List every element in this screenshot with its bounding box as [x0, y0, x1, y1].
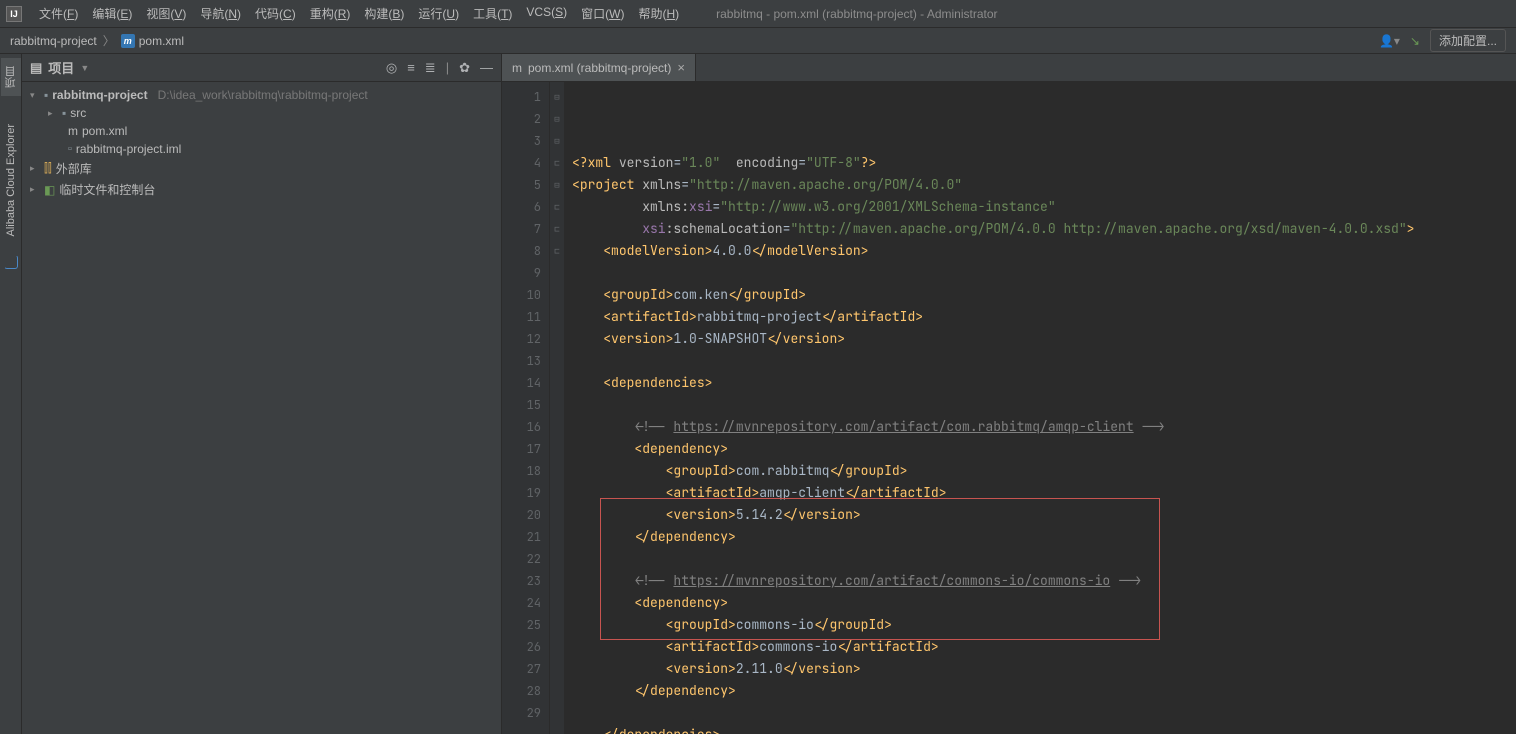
close-icon[interactable]: ×: [677, 60, 685, 75]
tree-scratch-label: 临时文件和控制台: [59, 181, 155, 198]
folder-icon: ▪: [62, 106, 66, 120]
folder-icon: ▪: [44, 88, 48, 102]
project-tool-icon: ▤: [30, 60, 42, 76]
expand-icon[interactable]: ≡: [407, 60, 415, 76]
breadcrumb-bar: rabbitmq-project 〉 m pom.xml 👤▾ ↘ 添加配置..…: [0, 28, 1516, 54]
menu-item[interactable]: 视图(V): [139, 5, 193, 22]
code-editor[interactable]: 1234567891011121314151617181920212223242…: [502, 82, 1516, 734]
tree-scratch[interactable]: ▸ ◧ 临时文件和控制台: [22, 179, 501, 200]
ide-logo-icon: IJ: [6, 6, 22, 22]
maven-file-icon: m: [121, 34, 135, 48]
tree-iml-label: rabbitmq-project.iml: [76, 142, 181, 156]
add-configuration-button[interactable]: 添加配置...: [1430, 29, 1506, 52]
menu-item[interactable]: 编辑(E): [85, 5, 139, 22]
left-toolbar: 项目 Alibaba Cloud Explorer: [0, 54, 22, 734]
breadcrumb-file-label: pom.xml: [139, 34, 184, 48]
tree-external-libs[interactable]: ▸ ⫿⫿ 外部库: [22, 158, 501, 179]
maven-file-icon: m: [512, 61, 522, 75]
tree-iml[interactable]: ▫ rabbitmq-project.iml: [22, 140, 501, 158]
project-tree[interactable]: ▾ ▪ rabbitmq-project D:\idea_work\rabbit…: [22, 82, 501, 204]
project-sidebar: ▤ 项目 ▼ ◎ ≡ ≣ | ✿ — ▾ ▪ rabbitmq-project …: [22, 54, 502, 734]
line-gutter: 1234567891011121314151617181920212223242…: [502, 82, 550, 734]
locate-icon[interactable]: ◎: [386, 60, 397, 76]
hide-icon[interactable]: —: [480, 60, 493, 76]
menu-items: 文件(F)编辑(E)视图(V)导航(N)代码(C)重构(R)构建(B)运行(U)…: [32, 5, 686, 22]
tree-root-label: rabbitmq-project: [52, 88, 147, 102]
settings-icon[interactable]: ✿: [459, 60, 470, 76]
menubar: IJ 文件(F)编辑(E)视图(V)导航(N)代码(C)重构(R)构建(B)运行…: [0, 0, 1516, 28]
menu-item[interactable]: 工具(T): [466, 5, 519, 22]
user-icon[interactable]: 👤▾: [1379, 34, 1400, 48]
code-content[interactable]: <?xml version="1.0" encoding="UTF-8"?><p…: [564, 82, 1516, 734]
file-icon: ▫: [68, 143, 72, 155]
window-title: rabbitmq - pom.xml (rabbitmq-project) - …: [686, 7, 1510, 21]
project-tool-title: 项目: [48, 58, 74, 77]
breadcrumb-project[interactable]: rabbitmq-project: [10, 34, 97, 48]
tree-root[interactable]: ▾ ▪ rabbitmq-project D:\idea_work\rabbit…: [22, 86, 501, 104]
menu-item[interactable]: VCS(S): [519, 5, 574, 22]
scratch-icon: ◧: [44, 183, 55, 197]
breadcrumb-file[interactable]: m pom.xml: [121, 34, 184, 48]
maven-file-icon: m: [68, 124, 78, 138]
alibaba-cloud-icon[interactable]: [4, 255, 18, 269]
editor-tabs: m pom.xml (rabbitmq-project) ×: [502, 54, 1516, 82]
tree-root-path: D:\idea_work\rabbitmq\rabbitmq-project: [158, 88, 368, 102]
menu-item[interactable]: 帮助(H): [631, 5, 686, 22]
editor-tab-label: pom.xml (rabbitmq-project): [528, 61, 671, 75]
menu-item[interactable]: 重构(R): [303, 5, 358, 22]
chevron-right-icon: 〉: [103, 32, 115, 49]
run-icon[interactable]: ↘: [1410, 34, 1420, 48]
menu-item[interactable]: 文件(F): [32, 5, 85, 22]
editor-tab-pom[interactable]: m pom.xml (rabbitmq-project) ×: [502, 54, 696, 81]
menu-item[interactable]: 运行(U): [411, 5, 466, 22]
menu-item[interactable]: 构建(B): [357, 5, 411, 22]
tree-src[interactable]: ▸ ▪ src: [22, 104, 501, 122]
tree-pom-label: pom.xml: [82, 124, 127, 138]
menu-item[interactable]: 代码(C): [248, 5, 303, 22]
fold-gutter: ⊟⊟⊟⊏⊟⊏⊏⊏: [550, 82, 564, 734]
menu-item[interactable]: 导航(N): [193, 5, 248, 22]
menu-item[interactable]: 窗口(W): [574, 5, 631, 22]
library-icon: ⫿⫿: [44, 161, 52, 176]
tree-pom[interactable]: m pom.xml: [22, 122, 501, 140]
dropdown-icon[interactable]: ▼: [80, 63, 89, 73]
left-tab-project[interactable]: 项目: [1, 58, 21, 96]
left-tab-alibaba[interactable]: Alibaba Cloud Explorer: [3, 116, 19, 245]
tree-extlib-label: 外部库: [56, 160, 92, 177]
collapse-icon[interactable]: ≣: [425, 60, 436, 76]
tree-src-label: src: [70, 106, 86, 120]
